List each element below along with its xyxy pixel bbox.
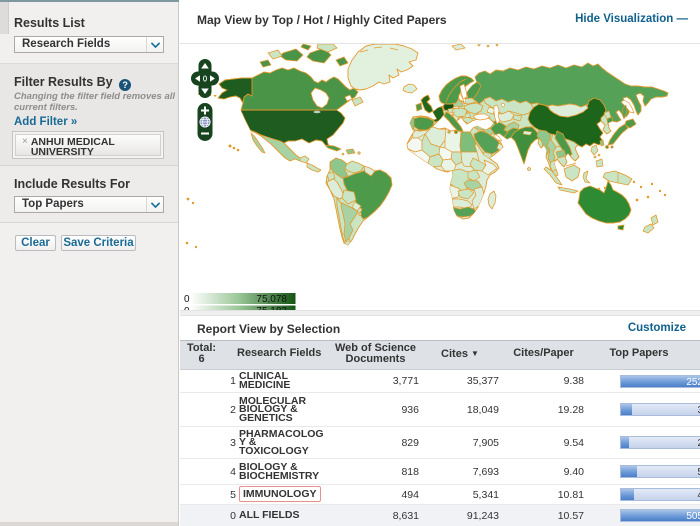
svg-text:0: 0 (184, 294, 190, 305)
svg-text:75,078: 75,078 (256, 294, 287, 305)
